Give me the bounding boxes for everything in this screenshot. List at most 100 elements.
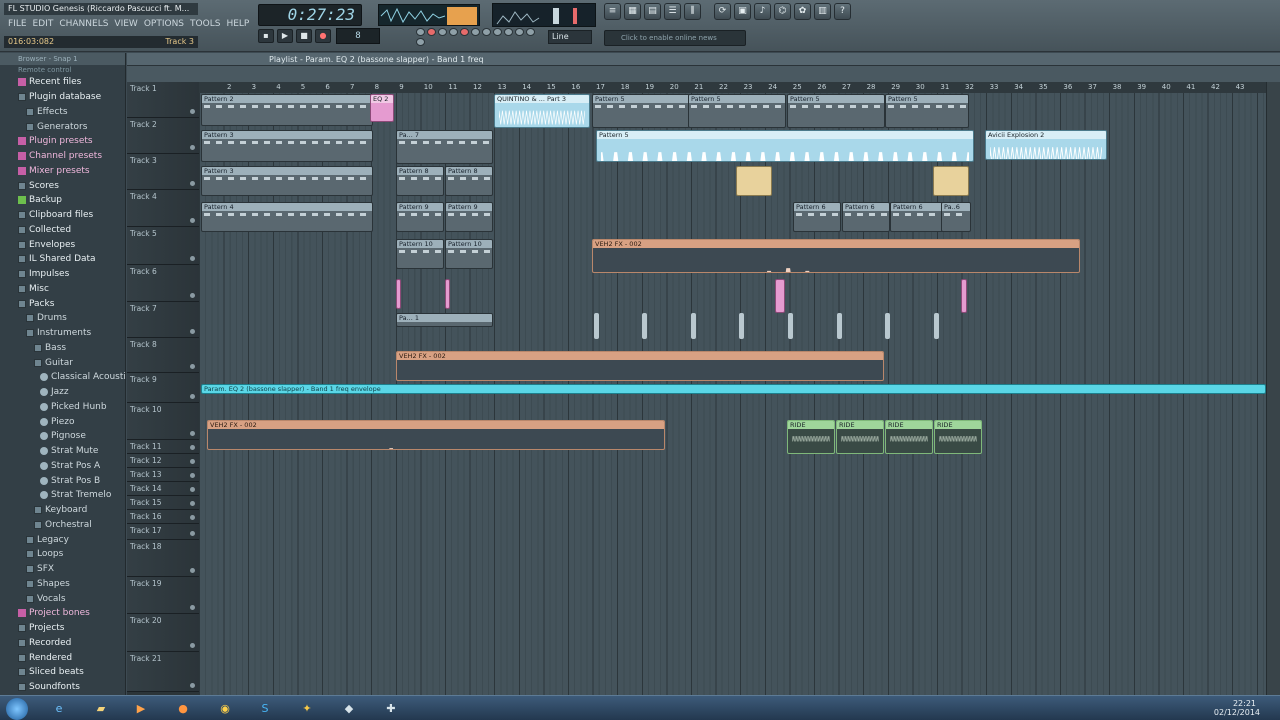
browser-item[interactable]: Piezo [0,414,125,429]
audio-hit[interactable] [961,279,967,313]
tool-icon-9[interactable] [504,28,513,36]
playlist-clip[interactable]: Pa... 7 [396,130,493,164]
browser-item[interactable]: SFX [0,562,125,577]
playlist-clip[interactable]: Pattern 2 [201,94,373,126]
browser-item[interactable]: Strat Pos A [0,459,125,474]
playlist-clip[interactable]: VEH2 FX - 002 [592,239,1080,273]
playlist-titlebar[interactable]: Playlist - Param. EQ 2 (bassone slapper)… [127,53,1280,66]
render-icon[interactable]: ⌬ [774,3,791,20]
track-mute-icon[interactable] [190,109,195,114]
online-news-bar[interactable]: Click to enable online news [604,30,746,46]
track-mute-icon[interactable] [190,256,195,261]
menu-view[interactable]: VIEW [114,17,137,31]
browser-item[interactable]: Sliced beats [0,665,125,680]
playlist-clip[interactable]: VEH2 FX - 002 [396,351,884,381]
track-header[interactable]: Track 18 [127,540,199,577]
playlist-grid[interactable]: Pattern 2 EQ 2 QUINTINO & ... Part 3 Patter… [199,93,1266,695]
browser-item[interactable]: Loops [0,547,125,562]
playlist-clip[interactable]: EQ 2 [370,94,394,122]
track-header[interactable]: Track 7 [127,302,199,338]
playlist-clip[interactable]: Pattern 9 [396,202,444,232]
audio-hit[interactable] [594,313,599,339]
song-mode-button[interactable]: ▪ [258,29,274,43]
timeline-ruler[interactable]: 2 3 4 5 6 7 8 9 10 11 12 13 14 15 16 17 18 19 20 21 22 23 24 25… [199,82,1266,93]
browser-item[interactable]: Legacy [0,532,125,547]
browser-item[interactable]: Projects [0,621,125,636]
playlist-clip[interactable]: Pattern 10 [396,239,444,269]
playlist-clip[interactable]: Pattern 5 [596,130,974,162]
browser-item[interactable]: Plugin database [0,90,125,105]
track-mute-icon[interactable] [190,515,195,520]
track-mute-icon[interactable] [190,501,195,506]
track-mute-icon[interactable] [190,364,195,369]
ie-icon[interactable]: e [42,698,76,719]
step-sequencer-icon[interactable]: ▦ [624,3,641,20]
browser-item[interactable]: Keyboard [0,503,125,518]
browser-item[interactable]: Plugin presets [0,134,125,149]
track-mute-icon[interactable] [190,568,195,573]
chrome-icon[interactable]: ◉ [208,698,242,719]
audio-hit[interactable] [837,313,842,339]
audio-hit[interactable] [396,279,401,309]
playlist-clip[interactable]: Pattern 5 [592,94,690,128]
playlist-clip[interactable]: Pattern 8 [445,166,493,196]
playlist-clip[interactable]: Pattern 5 [688,94,786,128]
track-header[interactable]: Track 10 [127,403,199,440]
playlist-clip[interactable]: Pattern 6 [842,202,890,232]
tool-icon-1[interactable] [416,28,425,36]
track-mute-icon[interactable] [190,643,195,648]
pattern-number-display[interactable]: 8 [336,28,380,44]
play-button[interactable]: ▶ [277,29,293,43]
browser-item[interactable]: Scores [0,178,125,193]
track-mute-icon[interactable] [190,145,195,150]
browser-item[interactable]: Backup [0,193,125,208]
tempo-tap-icon[interactable]: ♪ [754,3,771,20]
audio-hit[interactable] [736,166,772,196]
stop-button[interactable]: ■ [296,29,312,43]
track-header[interactable]: Track 16 [127,510,199,524]
track-mute-icon[interactable] [190,394,195,399]
browser-item[interactable]: Bass [0,341,125,356]
record-button[interactable]: ● [315,29,331,43]
menu-file[interactable]: FILE [8,17,27,31]
playlist-clip[interactable]: RIDE [787,420,835,454]
browser-item[interactable]: Envelopes [0,237,125,252]
browser-item[interactable]: IL Shared Data [0,252,125,267]
playlist-clip[interactable]: QUINTINO & ... Part 3 [494,94,590,128]
fl-studio-icon[interactable]: ✦ [290,698,324,719]
playlist-clip[interactable]: Pattern 8 [396,166,444,196]
playlist-clip[interactable]: RIDE [836,420,884,454]
menu-channels[interactable]: CHANNELS [59,17,108,31]
browser-item[interactable]: Classical Acoustic [0,370,125,385]
browser-item[interactable]: Strat Mute [0,444,125,459]
song-time-display[interactable]: 0:27:23 [258,4,362,26]
menu-options[interactable]: OPTIONS [144,17,184,31]
tool-icon-2[interactable] [427,28,436,36]
tool-icon-5[interactable] [460,28,469,36]
audio-hit[interactable] [739,313,744,339]
track-header[interactable]: Track 20 [127,614,199,652]
mixer-icon[interactable]: ⫼ [684,3,701,20]
browser-item[interactable]: Soundfonts [0,680,125,695]
track-header[interactable]: Track 9 [127,373,199,403]
audio-hit[interactable] [885,313,890,339]
browser-item[interactable]: Project bones [0,606,125,621]
track-header[interactable]: Track 2 [127,118,199,154]
tool-icon-6[interactable] [471,28,480,36]
browser-item[interactable]: Jazz [0,385,125,400]
browser-item[interactable]: Strat Pos B [0,473,125,488]
browser-item[interactable]: Picked Hunb [0,400,125,415]
playlist-clip[interactable]: Pattern 3 [201,166,373,196]
playlist-clip[interactable]: Pattern 10 [445,239,493,269]
browser-icon[interactable]: ☰ [664,3,681,20]
browser-item[interactable]: Mixer presets [0,164,125,179]
track-header[interactable]: Track 14 [127,482,199,496]
gear-icon[interactable]: ✿ [794,3,811,20]
tool-icon-12[interactable] [416,38,425,46]
track-header[interactable]: Track 4 [127,190,199,227]
audio-hit[interactable] [642,313,647,339]
track-mute-icon[interactable] [190,605,195,610]
browser-item[interactable]: Pignose [0,429,125,444]
vertical-scrollbar[interactable] [1266,82,1280,695]
playlist-icon[interactable]: ≡ [604,3,621,20]
